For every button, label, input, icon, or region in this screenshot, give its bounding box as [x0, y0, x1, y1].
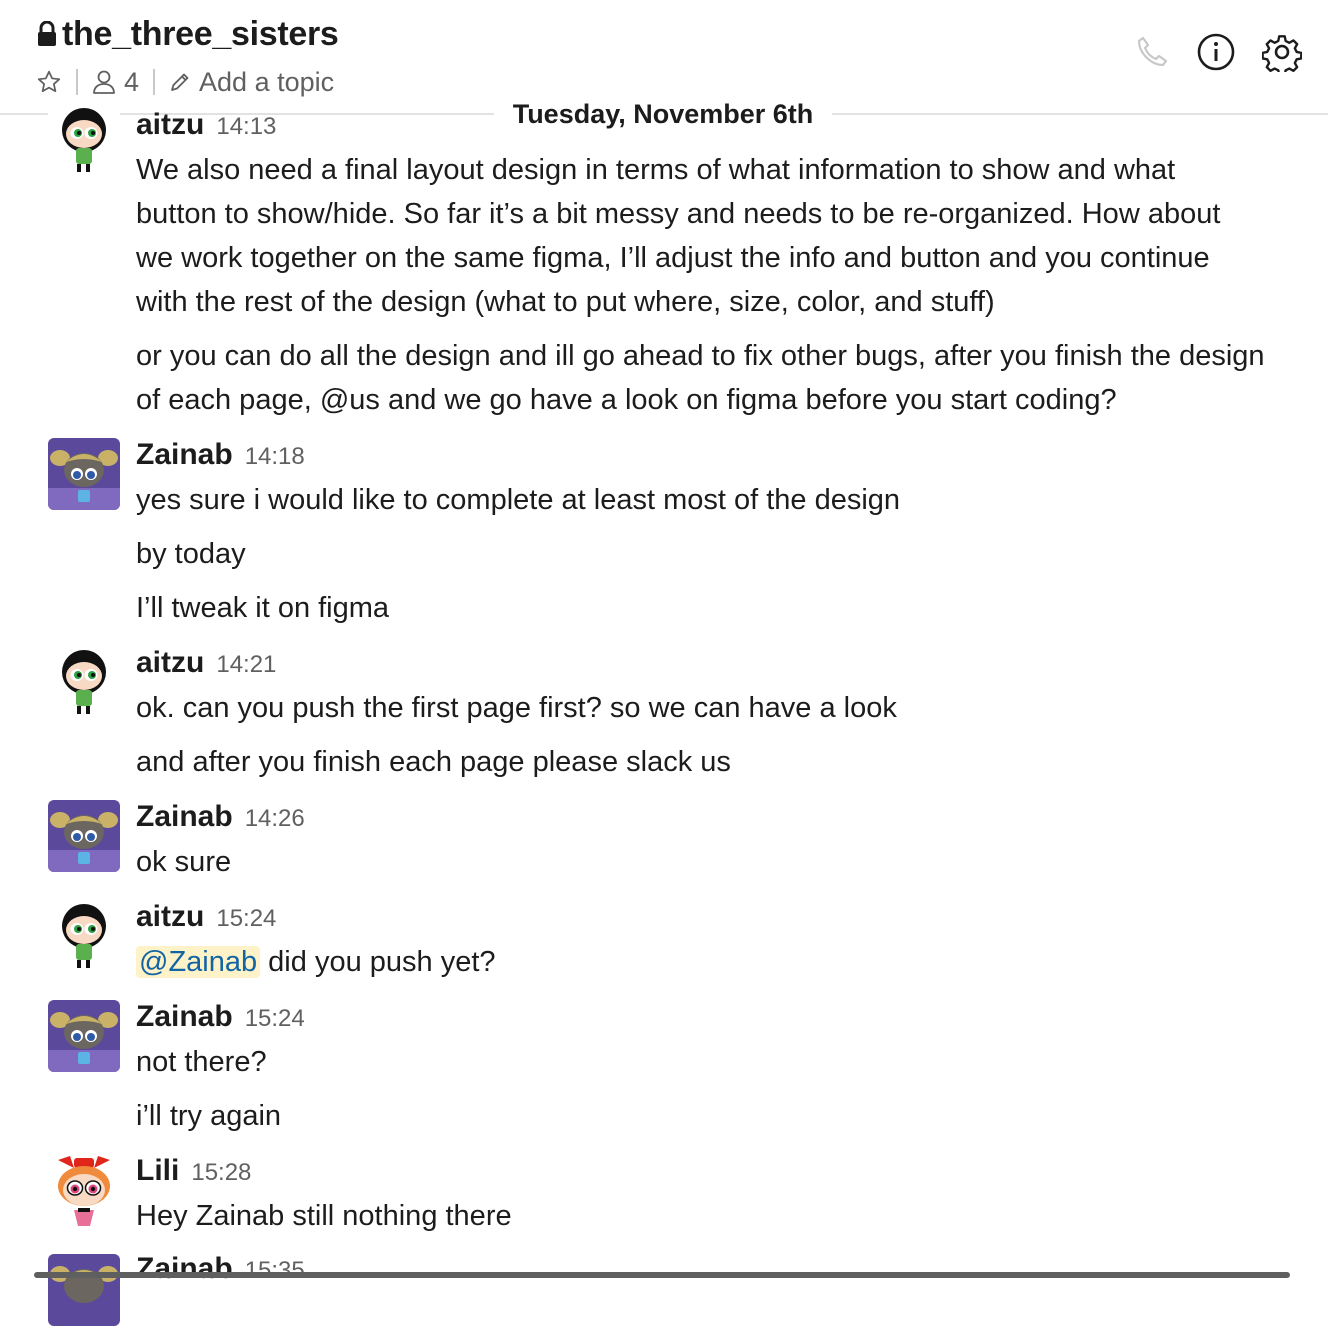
buttercup-avatar-icon — [48, 646, 120, 718]
author-name[interactable]: Zainab — [136, 800, 233, 834]
avatar[interactable] — [48, 1000, 120, 1072]
message-text: button to show/hide. So far it’s a bit m… — [136, 198, 1221, 230]
timestamp[interactable]: 15:28 — [191, 1159, 251, 1187]
message-text: by today — [136, 538, 246, 570]
buttercup-avatar-icon — [48, 104, 120, 176]
timestamp[interactable]: 15:24 — [216, 905, 276, 933]
user-mention[interactable]: @Zainab — [136, 946, 261, 978]
bubbles-avatar-icon — [48, 1254, 120, 1326]
message-header: Zainab 14:26 — [136, 800, 305, 834]
message-text: i’ll try again — [136, 1100, 282, 1132]
timestamp[interactable]: 14:18 — [245, 443, 305, 471]
timestamp[interactable]: 14:21 — [216, 651, 276, 679]
message-text: of each page, @us and we go have a look … — [136, 384, 1117, 416]
author-name[interactable]: aitzu — [136, 108, 204, 142]
message-header: Zainab 14:18 — [136, 438, 305, 472]
avatar[interactable] — [48, 1154, 120, 1226]
message-text: @Zainab did you push yet? — [136, 940, 496, 984]
avatar[interactable] — [48, 438, 120, 510]
buttercup-avatar-icon — [48, 900, 120, 972]
message-text: or you can do all the design and ill go … — [136, 340, 1265, 372]
author-name[interactable]: Zainab — [136, 1000, 233, 1034]
message-header: Zainab 15:35 — [136, 1252, 305, 1286]
message-text: not there? — [136, 1046, 267, 1078]
message-text: yes sure i would like to complete at lea… — [136, 484, 901, 516]
bubbles-avatar-icon — [48, 800, 120, 872]
horizontal-scrollbar[interactable] — [34, 1272, 1290, 1278]
message-text: with the rest of the design (what to put… — [136, 286, 995, 318]
message-header: Zainab 15:24 — [136, 1000, 305, 1034]
bubbles-avatar-icon — [48, 1000, 120, 1072]
author-name[interactable]: aitzu — [136, 646, 204, 680]
message-header: aitzu 14:13 — [136, 108, 276, 142]
message-text-rest: did you push yet? — [260, 946, 496, 978]
timestamp[interactable]: 15:35 — [245, 1257, 305, 1285]
message-header: Lili 15:28 — [136, 1154, 251, 1188]
blossom-avatar-icon — [48, 1154, 120, 1226]
message-text: ok. can you push the first page first? s… — [136, 692, 897, 724]
message-header: aitzu 15:24 — [136, 900, 276, 934]
message-list: Tuesday, November 6th aitzu 14:13 We als… — [0, 0, 1328, 1326]
avatar[interactable] — [48, 800, 120, 872]
day-divider: Tuesday, November 6th — [494, 94, 832, 134]
timestamp[interactable]: 15:24 — [245, 1005, 305, 1033]
avatar[interactable] — [48, 104, 120, 176]
message-text: we work together on the same figma, I’ll… — [136, 242, 1210, 274]
bubbles-avatar-icon — [48, 438, 120, 510]
author-name[interactable]: Lili — [136, 1154, 179, 1188]
timestamp[interactable]: 14:26 — [245, 805, 305, 833]
avatar[interactable] — [48, 1254, 120, 1326]
message-text: I’ll tweak it on figma — [136, 592, 390, 624]
timestamp[interactable]: 14:13 — [216, 113, 276, 141]
message-text: Hey Zainab still nothing there — [136, 1200, 512, 1232]
message-text: ok sure — [136, 846, 232, 878]
message-text: We also need a final layout design in te… — [136, 154, 1176, 186]
message-header: aitzu 14:21 — [136, 646, 276, 680]
author-name[interactable]: aitzu — [136, 900, 204, 934]
author-name[interactable]: Zainab — [136, 1252, 233, 1286]
message-text: and after you finish each page please sl… — [136, 746, 731, 778]
avatar[interactable] — [48, 646, 120, 718]
author-name[interactable]: Zainab — [136, 438, 233, 472]
avatar[interactable] — [48, 900, 120, 972]
